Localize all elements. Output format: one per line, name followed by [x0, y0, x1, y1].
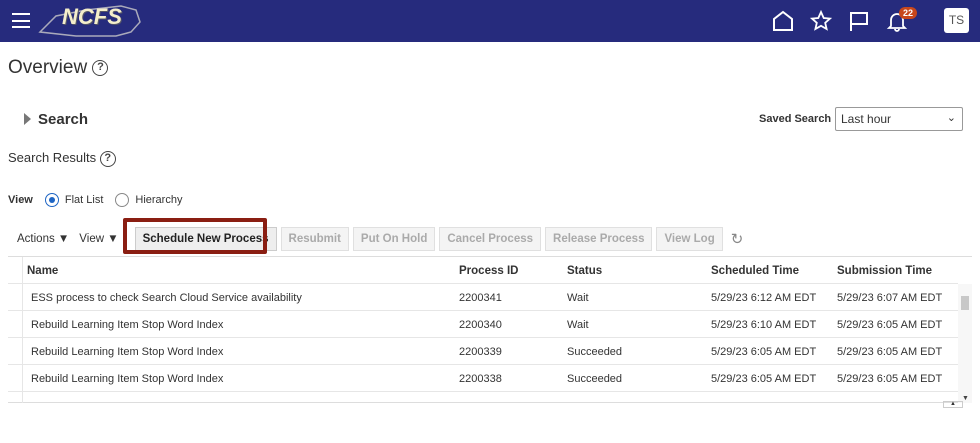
page-title-wrap: Overview ?	[8, 57, 109, 79]
table-cell: 5/29/23 6:05 AM EDT	[711, 346, 817, 358]
table-cell: Succeeded	[567, 373, 623, 385]
table-cell: 5/29/23 6:05 AM EDT	[711, 373, 817, 385]
search-label: Search	[38, 111, 89, 128]
home-icon[interactable]	[772, 10, 794, 32]
table-row[interactable]: Rebuild Learning Item Stop Word Index 220…	[8, 338, 958, 365]
table-cell: 2200341	[459, 292, 502, 304]
menu-icon[interactable]	[12, 13, 30, 28]
scroll-up-icon[interactable]: ▲	[943, 401, 963, 408]
table-cell: 5/29/23 6:05 AM EDT	[837, 319, 943, 331]
ncfs-logo[interactable]: NCFS	[36, 2, 144, 40]
actions-menu[interactable]: Actions ▼	[17, 233, 69, 245]
col-status[interactable]: Status	[567, 265, 602, 277]
scrollbar-thumb[interactable]	[961, 296, 969, 310]
table-cell: ESS process to check Search Cloud Servic…	[31, 292, 302, 304]
table-cell: 2200339	[459, 346, 502, 358]
page-title: Overview	[8, 57, 88, 78]
col-submission-time[interactable]: Submission Time	[837, 265, 932, 277]
results-title: Search Results	[8, 150, 97, 165]
vertical-scrollbar[interactable]: ▼	[958, 284, 972, 403]
star-icon[interactable]	[810, 10, 832, 32]
col-name[interactable]: Name	[27, 265, 58, 277]
resubmit-button[interactable]: Resubmit	[280, 227, 349, 251]
table-row[interactable]: ESS process to check Search Cloud Servic…	[8, 284, 958, 311]
user-avatar[interactable]: TS	[944, 8, 969, 33]
flat-list-label: Flat List	[64, 194, 104, 206]
hierarchy-label: Hierarchy	[135, 194, 183, 206]
expand-triangle-icon	[24, 113, 31, 125]
results-table: Name Process ID Status Scheduled Time Su…	[8, 256, 972, 403]
table-cell: 5/29/23 6:07 AM EDT	[837, 292, 943, 304]
search-toggle[interactable]: Search	[24, 111, 88, 128]
help-icon[interactable]: ?	[92, 59, 109, 76]
table-header: Name Process ID Status Scheduled Time Su…	[8, 257, 958, 284]
saved-search-label: Saved Search	[759, 113, 832, 125]
table-cell: 5/29/23 6:12 AM EDT	[711, 292, 817, 304]
table-row[interactable]: Rebuild Learning Item Stop Word Index 220…	[8, 365, 958, 392]
view-log-button[interactable]: View Log	[656, 227, 723, 251]
scroll-down-icon[interactable]: ▼	[962, 395, 969, 402]
saved-search-select[interactable]: Last hour ⌄	[835, 107, 963, 131]
notification-badge: 22	[899, 7, 918, 19]
release-process-button[interactable]: Release Process	[545, 227, 653, 251]
put-on-hold-button[interactable]: Put On Hold	[352, 227, 436, 251]
search-results-heading: Search Results ?	[8, 150, 116, 167]
help-icon[interactable]: ?	[99, 150, 116, 167]
table-cell: 5/29/23 6:05 AM EDT	[837, 346, 943, 358]
view-menu[interactable]: View ▼	[79, 233, 118, 245]
radio-hierarchy[interactable]	[115, 193, 130, 207]
saved-search-value: Last hour	[841, 112, 892, 126]
highlight-box	[123, 218, 267, 254]
table-cell: Wait	[567, 319, 589, 331]
col-scheduled-time[interactable]: Scheduled Time	[711, 265, 799, 277]
refresh-icon[interactable]: ↻	[731, 230, 744, 248]
chevron-down-icon: ⌄	[946, 112, 956, 124]
table-row[interactable]: Rebuild Learning Item Stop Word Index 220…	[8, 311, 958, 338]
table-cell: 2200338	[459, 373, 502, 385]
table-cell: 5/29/23 6:05 AM EDT	[837, 373, 943, 385]
view-label: View	[8, 194, 33, 206]
table-cell: 5/29/23 6:10 AM EDT	[711, 319, 817, 331]
view-selector: View Flat List Hierarchy	[8, 193, 182, 207]
table-cell: Wait	[567, 292, 589, 304]
table-cell: Rebuild Learning Item Stop Word Index	[31, 346, 224, 358]
flag-icon[interactable]	[848, 10, 870, 32]
table-cell: Rebuild Learning Item Stop Word Index	[31, 319, 224, 331]
cancel-process-button[interactable]: Cancel Process	[439, 227, 542, 251]
top-bar: NCFS 22 TS	[0, 0, 980, 42]
table-cell: 2200340	[459, 319, 502, 331]
table-cell: Succeeded	[567, 346, 623, 358]
radio-flat-list[interactable]	[44, 193, 59, 207]
col-process-id[interactable]: Process ID	[459, 265, 518, 277]
table-cell: Rebuild Learning Item Stop Word Index	[31, 373, 224, 385]
